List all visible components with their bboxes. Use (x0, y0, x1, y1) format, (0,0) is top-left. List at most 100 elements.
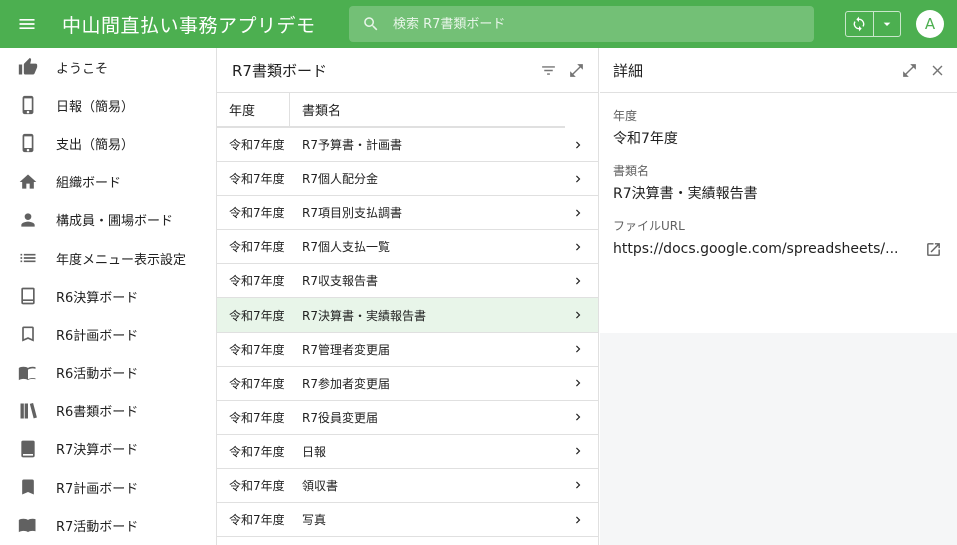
open-in-new-icon[interactable] (922, 238, 944, 260)
table-row[interactable]: 令和7年度 R7管理者変更届 (217, 333, 598, 367)
table-row[interactable]: 令和7年度 写真 (217, 503, 598, 538)
chevron-right-icon[interactable] (558, 172, 598, 186)
detail-field-file-url: ファイルURL https://docs.google.com/spreadsh… (613, 217, 944, 260)
cell-document-name: 日報 (302, 444, 327, 459)
bookmark-outline-icon (0, 324, 56, 344)
cell-year: 令和7年度 (229, 274, 285, 289)
table-row[interactable]: 令和7年度 R7収支報告書 (217, 264, 598, 299)
list-panel: R7書類ボード 年度 書類名 令和7年度 R7予算書・計画書 令和7年度 R7個人配分… (217, 48, 599, 545)
sidebar-item-label: R7活動ボード (56, 519, 139, 535)
sidebar-item-label: R6活動ボード (56, 367, 139, 383)
table-row[interactable]: 令和7年度 R7役員変更届 (217, 401, 598, 435)
sidebar: ようこそ 日報（簡易） 支出（簡易） 組織ボード 構成員・圃場ボード 年度メニュ… (0, 48, 217, 545)
table-body: 令和7年度 R7予算書・計画書 令和7年度 R7個人配分金 令和7年度 R7項目別支払調書… (217, 128, 598, 538)
phone-icon (0, 133, 56, 153)
table-row[interactable]: 令和7年度 R7個人配分金 (217, 162, 598, 197)
cell-year: 令和7年度 (229, 206, 285, 221)
chevron-right-icon[interactable] (558, 308, 598, 322)
detail-panel-header: 詳細 (600, 48, 957, 93)
table-row[interactable]: 令和7年度 領収書 (217, 469, 598, 504)
detail-panel: 詳細 年度 令和7年度 書類名 R7決算書・実績報告書 ファイルURL http… (600, 48, 957, 545)
avatar[interactable]: A (916, 10, 944, 38)
cell-year: 令和7年度 (229, 308, 285, 323)
list-panel-header: R7書類ボード (217, 48, 598, 93)
sidebar-item-r7-plan[interactable]: R7計画ボード (0, 468, 216, 506)
cell-document-name: R7収支報告書 (302, 274, 378, 289)
sidebar-item-expense[interactable]: 支出（簡易） (0, 124, 216, 162)
chevron-right-icon[interactable] (558, 513, 598, 527)
close-icon[interactable] (923, 56, 951, 84)
sidebar-item-r6-activity[interactable]: R6活動ボード (0, 354, 216, 392)
chevron-right-icon[interactable] (558, 206, 598, 220)
sidebar-item-daily-report[interactable]: 日報（簡易） (0, 86, 216, 124)
sidebar-item-members[interactable]: 構成員・圃場ボード (0, 201, 216, 239)
table-row[interactable]: 令和7年度 R7個人支払一覧 (217, 230, 598, 265)
cell-year: 令和7年度 (229, 444, 285, 459)
sync-button[interactable] (846, 12, 873, 36)
cell-document-name: R7参加者変更届 (302, 376, 390, 391)
chevron-right-icon[interactable] (558, 410, 598, 424)
sidebar-item-r6-settlement[interactable]: R6決算ボード (0, 277, 216, 315)
expand-icon[interactable] (562, 56, 590, 84)
sidebar-item-label: ようこそ (56, 61, 109, 77)
detail-card: 詳細 年度 令和7年度 書類名 R7決算書・実績報告書 ファイルURL http… (600, 48, 957, 333)
menu-icon[interactable] (0, 0, 54, 48)
sidebar-item-year-menu-settings[interactable]: 年度メニュー表示設定 (0, 239, 216, 277)
sidebar-item-r6-documents[interactable]: R6書類ボード (0, 392, 216, 430)
file-url-link[interactable]: https://docs.google.com/spreadsheets/... (613, 241, 922, 257)
sync-button-group (845, 11, 901, 37)
table-row[interactable]: 令和7年度 R7予算書・計画書 (217, 128, 598, 163)
book-outline-icon (0, 286, 56, 306)
bookmark-filled-icon (0, 477, 56, 497)
chevron-right-icon[interactable] (558, 342, 598, 356)
sidebar-item-r7-settlement[interactable]: R7決算ボード (0, 430, 216, 468)
cell-document-name: R7個人支払一覧 (302, 240, 390, 255)
filter-icon[interactable] (534, 56, 562, 84)
cell-document-name: R7項目別支払調書 (302, 206, 402, 221)
sidebar-item-organization[interactable]: 組織ボード (0, 163, 216, 201)
search-bar[interactable] (349, 6, 814, 42)
search-icon (349, 15, 393, 33)
field-label: 書類名 (613, 164, 650, 178)
cell-year: 令和7年度 (229, 172, 285, 187)
sidebar-item-r7-activity[interactable]: R7活動ボード (0, 506, 216, 544)
list-icon (0, 248, 56, 268)
search-input[interactable] (393, 16, 793, 32)
sidebar-item-welcome[interactable]: ようこそ (0, 48, 216, 86)
table-row[interactable]: 令和7年度 日報 (217, 435, 598, 469)
expand-icon[interactable] (895, 56, 923, 84)
app-bar: 中山間直払い事務アプリデモ A (0, 0, 957, 48)
cell-document-name: R7個人配分金 (302, 172, 378, 187)
table-row[interactable]: 令和7年度 R7項目別支払調書 (217, 196, 598, 231)
sidebar-item-label: 組織ボード (56, 176, 122, 192)
caret-down-icon (883, 22, 891, 26)
sidebar-item-label: 支出（簡易） (56, 137, 135, 153)
chevron-right-icon[interactable] (558, 478, 598, 492)
table-row[interactable]: 令和7年度 R7決算書・実績報告書 (217, 298, 598, 333)
column-header-document-name[interactable]: 書類名 (290, 100, 341, 119)
phone-icon (0, 95, 56, 115)
sidebar-item-label: 年度メニュー表示設定 (56, 252, 187, 268)
sidebar-item-label: R6書類ボード (56, 405, 139, 421)
sidebar-item-label: R6決算ボード (56, 290, 139, 306)
column-header-year[interactable]: 年度 (217, 93, 290, 126)
chevron-right-icon[interactable] (558, 274, 598, 288)
sync-icon (853, 16, 865, 32)
field-value: 令和7年度 (613, 131, 678, 147)
table-row[interactable]: 令和7年度 R7参加者変更届 (217, 367, 598, 401)
cell-document-name: R7役員変更届 (302, 410, 378, 425)
chevron-right-icon[interactable] (558, 240, 598, 254)
cell-document-name: R7管理者変更届 (302, 342, 390, 357)
sidebar-item-r6-plan[interactable]: R6計画ボード (0, 315, 216, 353)
chevron-right-icon[interactable] (558, 138, 598, 152)
sidebar-item-label: 日報（簡易） (56, 99, 135, 115)
chevron-right-icon[interactable] (558, 376, 598, 390)
chevron-right-icon[interactable] (558, 444, 598, 458)
cell-year: 令和7年度 (229, 138, 285, 153)
detail-field-year: 年度 令和7年度 (613, 107, 944, 148)
sync-dropdown-button[interactable] (872, 12, 901, 36)
book-filled-icon (0, 439, 56, 459)
cell-document-name: R7決算書・実績報告書 (302, 308, 426, 323)
library-outline-icon (0, 401, 56, 421)
list-panel-title: R7書類ボード (232, 61, 327, 80)
